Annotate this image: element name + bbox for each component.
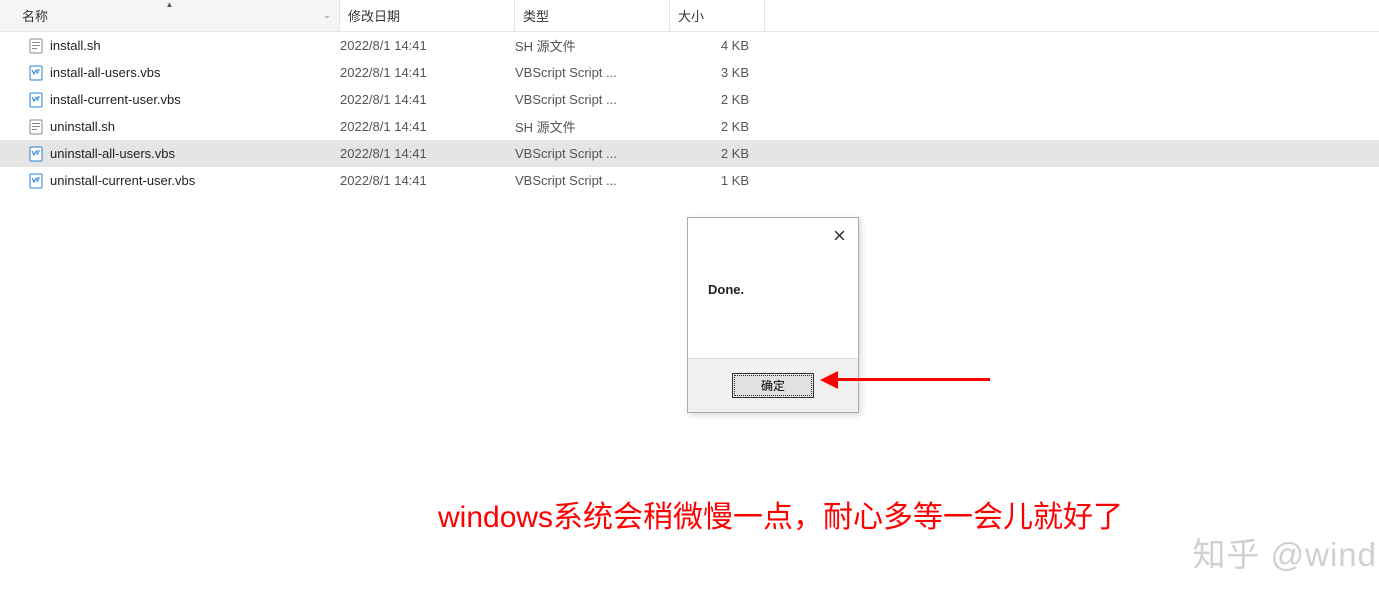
- file-row[interactable]: install-current-user.vbs 2022/8/1 14:41VB…: [0, 86, 1379, 113]
- file-type: SH 源文件: [515, 36, 670, 55]
- file-row[interactable]: install-all-users.vbs 2022/8/1 14:41VBScr…: [0, 59, 1379, 86]
- close-icon[interactable]: [829, 225, 849, 245]
- file-row[interactable]: uninstall-current-user.vbs 2022/8/1 14:41…: [0, 167, 1379, 194]
- file-row[interactable]: uninstall-all-users.vbs 2022/8/1 14:41VBS…: [0, 140, 1379, 167]
- file-name: install.sh: [50, 38, 101, 53]
- file-list: install.sh2022/8/1 14:41SH 源文件4 KBinstal…: [0, 32, 1379, 194]
- file-size: 1 KB: [670, 173, 765, 188]
- column-header-name[interactable]: ▲ 名称 ⌄: [0, 0, 340, 31]
- file-type: VBScript Script ...: [515, 92, 670, 107]
- file-size: 2 KB: [670, 92, 765, 107]
- column-header-date-label: 修改日期: [348, 6, 400, 25]
- file-type: VBScript Script ...: [515, 173, 670, 188]
- file-date: 2022/8/1 14:41: [340, 146, 515, 161]
- column-header-row: ▲ 名称 ⌄ 修改日期 类型 大小: [0, 0, 1379, 32]
- column-header-type[interactable]: 类型: [515, 0, 670, 31]
- file-vbs-icon: [28, 146, 44, 162]
- sort-ascending-icon: ▲: [166, 0, 174, 9]
- file-date: 2022/8/1 14:41: [340, 38, 515, 53]
- file-size: 2 KB: [670, 119, 765, 134]
- message-dialog: Done. 确定: [687, 217, 859, 413]
- dialog-titlebar: [688, 218, 858, 252]
- file-name: install-all-users.vbs: [50, 65, 161, 80]
- file-size: 2 KB: [670, 146, 765, 161]
- dialog-footer: 确定: [688, 358, 858, 412]
- file-vbs-icon: [28, 65, 44, 81]
- chevron-down-icon[interactable]: ⌄: [317, 10, 331, 21]
- file-type: SH 源文件: [515, 117, 670, 136]
- file-date: 2022/8/1 14:41: [340, 119, 515, 134]
- file-explorer: ▲ 名称 ⌄ 修改日期 类型 大小 install.sh 2022/8/1 14:…: [0, 0, 1379, 194]
- file-vbs-icon: [28, 173, 44, 189]
- file-sh-icon: [28, 38, 44, 54]
- column-header-type-label: 类型: [523, 6, 549, 25]
- file-type: VBScript Script ...: [515, 65, 670, 80]
- file-date: 2022/8/1 14:41: [340, 173, 515, 188]
- file-type: VBScript Script ...: [515, 146, 670, 161]
- file-date: 2022/8/1 14:41: [340, 65, 515, 80]
- file-row[interactable]: install.sh 2022/8/1 14:41SH 源文件4 KB: [0, 32, 1379, 59]
- file-name: install-current-user.vbs: [50, 92, 181, 107]
- annotation-text: windows系统会稍微慢一点，耐心多等一会儿就好了: [438, 492, 1123, 536]
- file-vbs-icon: [28, 92, 44, 108]
- file-name: uninstall.sh: [50, 119, 115, 134]
- file-date: 2022/8/1 14:41: [340, 92, 515, 107]
- file-name: uninstall-current-user.vbs: [50, 173, 195, 188]
- file-sh-icon: [28, 119, 44, 135]
- file-size: 4 KB: [670, 38, 765, 53]
- ok-button[interactable]: 确定: [732, 373, 814, 398]
- file-row[interactable]: uninstall.sh 2022/8/1 14:41SH 源文件2 KB: [0, 113, 1379, 140]
- column-header-size[interactable]: 大小: [670, 0, 765, 31]
- watermark: 知乎 @wind: [1192, 528, 1377, 576]
- column-header-name-label: 名称: [22, 6, 48, 25]
- column-header-date[interactable]: 修改日期: [340, 0, 515, 31]
- dialog-message: Done.: [688, 252, 858, 358]
- column-header-size-label: 大小: [678, 6, 704, 25]
- file-name: uninstall-all-users.vbs: [50, 146, 175, 161]
- file-size: 3 KB: [670, 65, 765, 80]
